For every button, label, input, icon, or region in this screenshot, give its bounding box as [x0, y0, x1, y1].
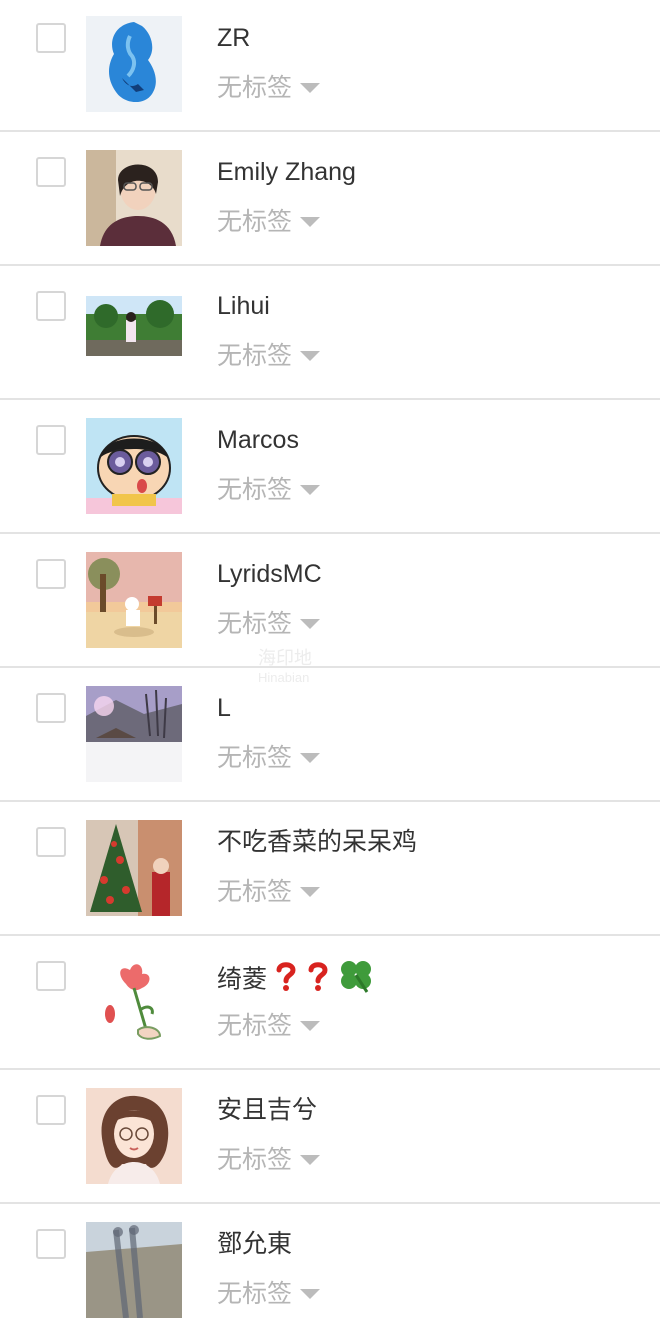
select-checkbox[interactable]: [36, 157, 66, 187]
tag-dropdown[interactable]: 无标签: [217, 70, 321, 106]
caret-down-icon: [300, 887, 321, 897]
contact-name: 鄧允東: [217, 1230, 293, 1258]
caret-down-icon: [300, 753, 321, 763]
watermark: 海印地 Hinabian: [258, 648, 312, 688]
tag-dropdown[interactable]: 无标签: [217, 606, 321, 642]
tag-label: 无标签: [217, 1279, 293, 1308]
contact-row[interactable]: Lihui 无标签: [0, 268, 660, 400]
tag-dropdown[interactable]: 无标签: [217, 1142, 321, 1178]
select-checkbox[interactable]: [36, 23, 66, 53]
contact-row[interactable]: LyridsMC 无标签: [0, 536, 660, 668]
select-checkbox[interactable]: [36, 693, 66, 723]
select-checkbox[interactable]: [36, 961, 66, 991]
contact-name: L: [217, 694, 231, 722]
contact-row[interactable]: ZR 无标签: [0, 0, 660, 132]
contact-name: 安且吉兮: [217, 1096, 318, 1124]
tag-dropdown[interactable]: 无标签: [217, 1008, 321, 1044]
tag-label: 无标签: [217, 1011, 293, 1040]
caret-down-icon: [300, 485, 321, 495]
select-checkbox[interactable]: [36, 1095, 66, 1125]
tag-label: 无标签: [217, 1145, 293, 1174]
caret-down-icon: [300, 1155, 321, 1165]
caret-down-icon: [300, 1289, 321, 1299]
select-checkbox[interactable]: [36, 291, 66, 321]
avatar[interactable]: [86, 552, 182, 648]
contact-row[interactable]: L 无标签: [0, 670, 660, 802]
tag-label: 无标签: [217, 877, 293, 906]
contact-row[interactable]: Emily Zhang 无标签: [0, 134, 660, 266]
watermark-line2: Hinabian: [258, 670, 310, 685]
avatar[interactable]: [86, 1088, 182, 1184]
contact-name-text: 绮菱: [217, 965, 268, 994]
tag-label: 无标签: [217, 207, 293, 236]
question-mark-icon: [273, 961, 299, 1001]
avatar[interactable]: [86, 418, 182, 514]
contact-name: Emily Zhang: [217, 158, 356, 186]
select-checkbox[interactable]: [36, 559, 66, 589]
four-leaf-clover-icon: [337, 958, 375, 1004]
avatar[interactable]: [86, 150, 182, 246]
avatar[interactable]: [86, 954, 182, 1050]
select-checkbox[interactable]: [36, 827, 66, 857]
avatar[interactable]: [86, 284, 182, 380]
tag-dropdown[interactable]: 无标签: [217, 1276, 321, 1312]
question-mark-icon: [305, 961, 331, 1001]
tag-dropdown[interactable]: 无标签: [217, 874, 321, 910]
contact-name: Marcos: [217, 426, 299, 454]
contact-row[interactable]: 鄧允東 无标签: [0, 1206, 660, 1336]
caret-down-icon: [300, 351, 321, 361]
contact-name: 绮菱: [217, 958, 375, 1004]
contact-name: Lihui: [217, 292, 270, 320]
select-checkbox[interactable]: [36, 425, 66, 455]
contact-row[interactable]: 不吃香菜的呆呆鸡 无标签: [0, 804, 660, 936]
contact-list: ZR 无标签 Emily Zhang 无标签 Lihui 无标签 Marcos …: [0, 0, 660, 1336]
avatar[interactable]: [86, 16, 182, 112]
tag-label: 无标签: [217, 73, 293, 102]
tag-dropdown[interactable]: 无标签: [217, 204, 321, 240]
tag-dropdown[interactable]: 无标签: [217, 472, 321, 508]
caret-down-icon: [300, 1021, 321, 1031]
avatar[interactable]: [86, 1222, 182, 1318]
contact-name: 不吃香菜的呆呆鸡: [217, 828, 418, 856]
select-checkbox[interactable]: [36, 1229, 66, 1259]
tag-label: 无标签: [217, 341, 293, 370]
tag-label: 无标签: [217, 609, 293, 638]
tag-dropdown[interactable]: 无标签: [217, 338, 321, 374]
caret-down-icon: [300, 619, 321, 629]
contact-row[interactable]: Marcos 无标签: [0, 402, 660, 534]
contact-name: ZR: [217, 24, 251, 52]
contact-row[interactable]: 安且吉兮 无标签: [0, 1072, 660, 1204]
avatar[interactable]: [86, 686, 182, 782]
tag-label: 无标签: [217, 743, 293, 772]
avatar[interactable]: [86, 820, 182, 916]
contact-name: LyridsMC: [217, 560, 322, 588]
watermark-line1: 海印地: [258, 648, 312, 668]
caret-down-icon: [300, 217, 321, 227]
caret-down-icon: [300, 83, 321, 93]
tag-label: 无标签: [217, 475, 293, 504]
contact-row[interactable]: 绮菱 无标签: [0, 938, 660, 1070]
tag-dropdown[interactable]: 无标签: [217, 740, 321, 776]
